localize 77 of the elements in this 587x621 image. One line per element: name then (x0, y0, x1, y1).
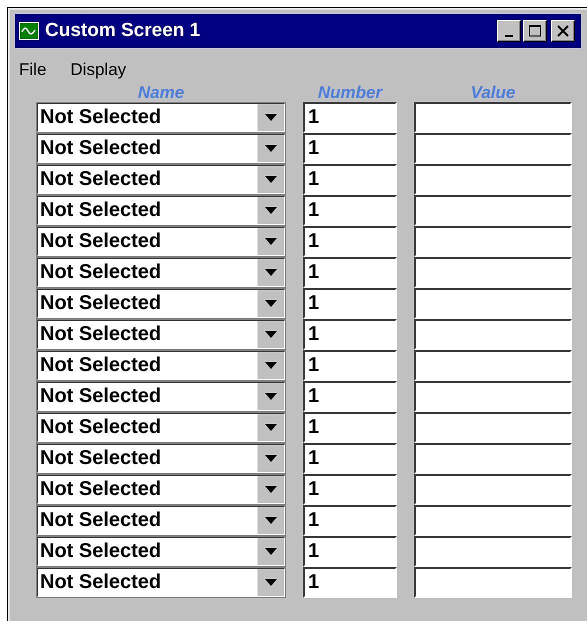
name-dropdown[interactable]: Not Selected (36, 381, 286, 412)
number-field[interactable]: 1 (303, 164, 397, 195)
menu-item[interactable]: File (19, 60, 46, 84)
value-field[interactable] (414, 443, 572, 474)
name-dropdown[interactable]: Not Selected (36, 133, 286, 164)
value-field[interactable] (414, 505, 572, 536)
minimize-button[interactable] (497, 20, 521, 42)
name-dropdown[interactable]: Not Selected (36, 102, 286, 133)
dropdown-arrow-icon (265, 238, 277, 245)
dropdown-arrow-icon (265, 145, 277, 152)
dropdown-arrow-icon (265, 455, 277, 462)
number-field[interactable]: 1 (303, 226, 397, 257)
name-dropdown[interactable]: Not Selected (36, 412, 286, 443)
name-dropdown[interactable]: Not Selected (36, 350, 286, 381)
value-field[interactable] (414, 257, 572, 288)
dropdown-arrow-icon (265, 114, 277, 121)
number-field[interactable]: 1 (303, 350, 397, 381)
name-dropdown[interactable]: Not Selected (36, 505, 286, 536)
number-field[interactable]: 1 (303, 102, 397, 133)
number-field[interactable]: 1 (303, 474, 397, 505)
maximize-button[interactable] (523, 20, 547, 42)
value-field[interactable] (414, 319, 572, 350)
name-dropdown[interactable]: Not Selected (36, 536, 286, 567)
minimize-icon (505, 35, 513, 37)
number-field[interactable]: 1 (303, 195, 397, 226)
name-dropdown[interactable]: Not Selected (36, 195, 286, 226)
value-field[interactable] (414, 195, 572, 226)
name-dropdown[interactable]: Not Selected (36, 443, 286, 474)
number-field[interactable]: 1 (303, 443, 397, 474)
value-field[interactable] (414, 102, 572, 133)
window-title: Custom Screen 1 (45, 20, 202, 42)
name-dropdown[interactable]: Not Selected (36, 164, 286, 195)
name-dropdown[interactable]: Not Selected (36, 319, 286, 350)
name-dropdown[interactable]: Not Selected (36, 474, 286, 505)
dropdown-arrow-icon (265, 176, 277, 183)
dropdown-arrow-icon (265, 579, 277, 586)
dropdown-arrow-icon (265, 393, 277, 400)
maximize-icon (528, 24, 542, 38)
value-field[interactable] (414, 288, 572, 319)
name-dropdown[interactable]: Not Selected (36, 567, 286, 598)
name-dropdown[interactable]: Not Selected (36, 288, 286, 319)
value-field[interactable] (414, 226, 572, 257)
name-dropdown[interactable]: Not Selected (36, 257, 286, 288)
menu-item[interactable]: Display (70, 60, 126, 84)
number-field[interactable]: 1 (303, 133, 397, 164)
value-field[interactable] (414, 567, 572, 598)
dropdown-arrow-icon (265, 269, 277, 276)
value-field[interactable] (414, 474, 572, 505)
column-header: Number (316, 84, 384, 102)
number-field[interactable]: 1 (303, 505, 397, 536)
number-field[interactable]: 1 (303, 319, 397, 350)
value-field[interactable] (414, 133, 572, 164)
number-field[interactable]: 1 (303, 257, 397, 288)
value-field[interactable] (414, 350, 572, 381)
dropdown-arrow-icon (265, 331, 277, 338)
number-field[interactable]: 1 (303, 412, 397, 443)
value-field[interactable] (414, 381, 572, 412)
value-field[interactable] (414, 164, 572, 195)
dropdown-arrow-icon (265, 300, 277, 307)
number-field[interactable]: 1 (303, 567, 397, 598)
dropdown-arrow-icon (265, 207, 277, 214)
waveform-icon (19, 22, 39, 40)
value-field[interactable] (414, 412, 572, 443)
dropdown-arrow-icon (265, 517, 277, 524)
column-header: Name (136, 84, 186, 102)
name-dropdown[interactable]: Not Selected (36, 226, 286, 257)
dropdown-arrow-icon (265, 548, 277, 555)
dropdown-arrow-icon (265, 424, 277, 431)
dropdown-arrow-icon (265, 486, 277, 493)
number-field[interactable]: 1 (303, 288, 397, 319)
close-icon (556, 24, 570, 38)
column-header: Value (470, 84, 516, 102)
close-button[interactable] (551, 20, 575, 42)
value-field[interactable] (414, 536, 572, 567)
number-field[interactable]: 1 (303, 536, 397, 567)
number-field[interactable]: 1 (303, 381, 397, 412)
dropdown-arrow-icon (265, 362, 277, 369)
